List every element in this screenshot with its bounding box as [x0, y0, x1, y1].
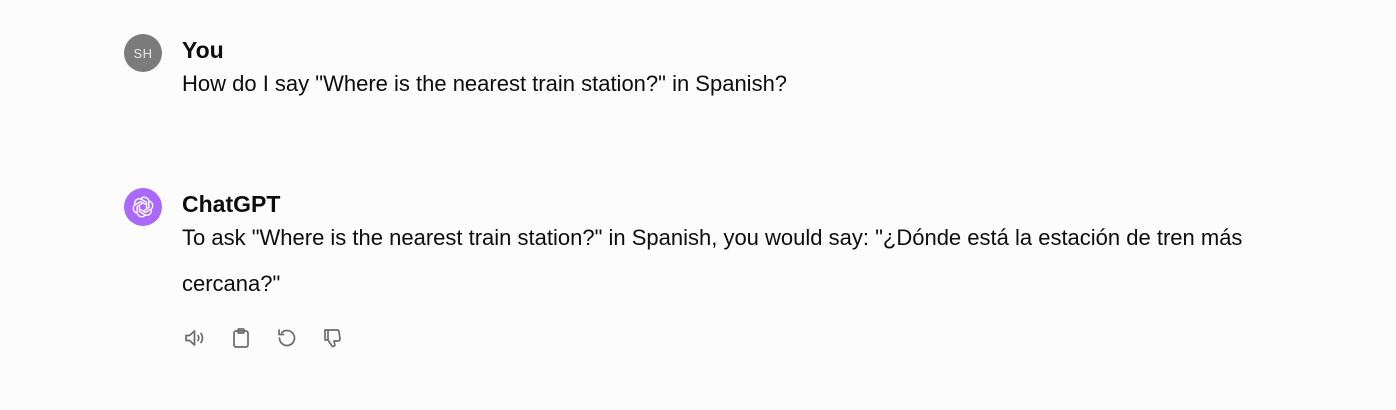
regenerate-button[interactable] [270, 321, 304, 355]
openai-logo-icon [132, 196, 154, 218]
speaker-icon [185, 330, 204, 346]
read-aloud-button[interactable] [178, 321, 212, 355]
assistant-message-content: ChatGPT To ask "Where is the nearest tra… [182, 187, 1336, 355]
copy-button[interactable] [224, 321, 258, 355]
clipboard-icon [233, 328, 249, 348]
assistant-message: ChatGPT To ask "Where is the nearest tra… [124, 188, 1336, 355]
user-avatar: SH [124, 34, 162, 72]
message-actions [178, 321, 1336, 355]
user-message-content: You How do I say "Where is the nearest t… [182, 33, 1336, 107]
assistant-avatar [124, 188, 162, 226]
user-avatar-initials: SH [133, 45, 153, 61]
thumbs-down-icon [324, 329, 341, 348]
refresh-icon [278, 329, 296, 347]
bad-response-button[interactable] [316, 321, 350, 355]
user-message: SH You How do I say "Where is the neares… [124, 34, 1336, 107]
chat-thread: SH You How do I say "Where is the neares… [0, 0, 1396, 410]
assistant-message-text: To ask "Where is the nearest train stati… [182, 225, 1243, 296]
user-message-text: How do I say "Where is the nearest train… [182, 71, 788, 96]
